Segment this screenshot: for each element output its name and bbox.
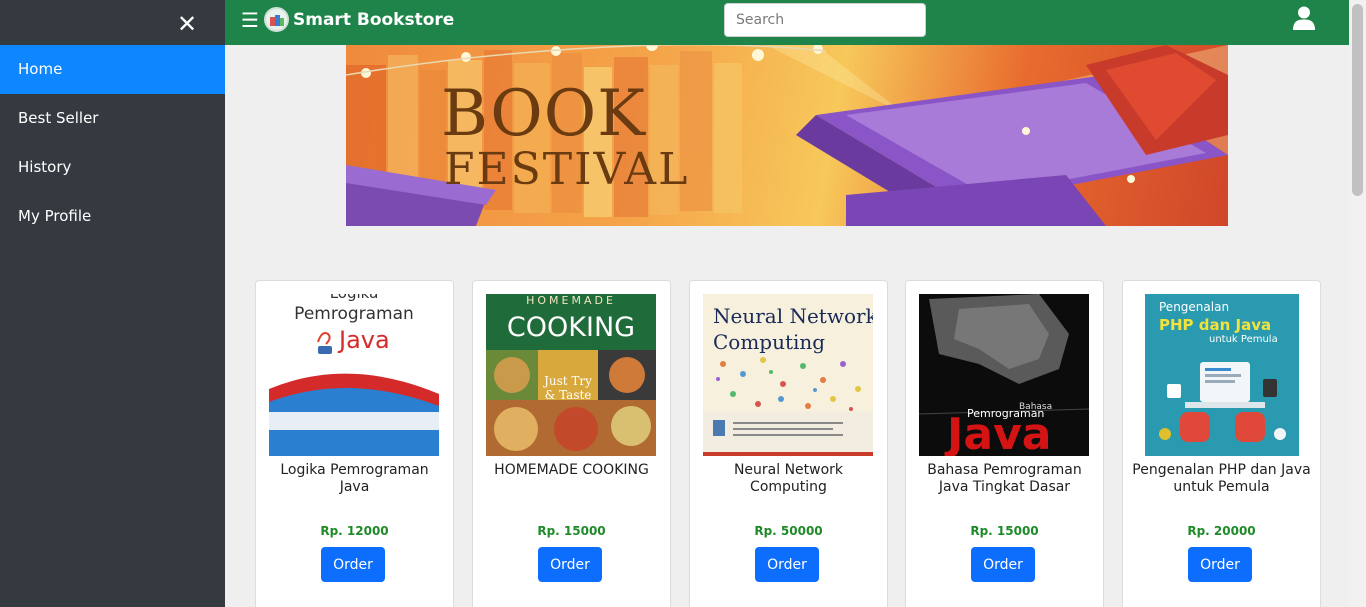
book-cover-image[interactable]: Neural Network Computing <box>703 294 873 456</box>
product-price: Rp. 15000 <box>970 524 1039 538</box>
cover-line-3: Java <box>947 409 1052 457</box>
sidebar-item-history[interactable]: History <box>0 143 225 192</box>
book-cover-image[interactable]: HOMEMADE COOKING Just Try & Taste <box>486 294 656 456</box>
product-card: Logika Pemrograman Java Logika Pemrogram… <box>255 280 454 607</box>
product-price: Rp. 15000 <box>537 524 606 538</box>
cover-line-1: Logika <box>269 294 439 302</box>
product-card: Neural Network Computing Neural Network … <box>689 280 888 607</box>
cover-line-2: Pemrograman <box>294 304 414 324</box>
sidebar-menu: Home Best Seller History My Profile <box>0 45 225 241</box>
book-cover-image[interactable]: Logika Pemrograman Java <box>269 294 439 456</box>
book-cover-image[interactable]: Pengenalan PHP dan Java untuk Pemula <box>1145 294 1299 456</box>
hamburger-icon[interactable]: ☰ <box>241 9 259 31</box>
product-price: Rp. 12000 <box>320 524 389 538</box>
sidebar-item-best-seller[interactable]: Best Seller <box>0 94 225 143</box>
order-button[interactable]: Order <box>1188 547 1252 582</box>
top-navbar: ☰ Smart Bookstore <box>225 0 1349 45</box>
cover-line-1: Pengenalan <box>1159 300 1230 314</box>
product-price: Rp. 20000 <box>1187 524 1256 538</box>
sidebar-item-home[interactable]: Home <box>0 45 225 94</box>
product-card: HOMEMADE COOKING Just Try & Taste HOMEMA… <box>472 280 671 607</box>
product-price: Rp. 50000 <box>754 524 823 538</box>
cover-line-3: Java <box>339 326 390 354</box>
sidebar: ✕ Home Best Seller History My Profile <box>0 0 225 607</box>
cover-line-2: Computing <box>713 330 826 354</box>
banner-title-book: BOOK <box>441 77 646 151</box>
scrollbar-thumb[interactable] <box>1352 4 1363 196</box>
book-cover-image[interactable]: Bahasa Pemrograman Java <box>919 294 1089 456</box>
close-icon[interactable]: ✕ <box>176 12 198 36</box>
cover-line-3: Just Try & Taste <box>544 374 592 402</box>
product-title[interactable]: HOMEMADE COOKING <box>481 462 662 479</box>
order-button[interactable]: Order <box>321 547 385 582</box>
cover-line-3: untuk Pemula <box>1209 334 1278 345</box>
order-button[interactable]: Order <box>755 547 819 582</box>
product-title[interactable]: Bahasa Pemrograman Java Tingkat Dasar <box>914 462 1095 496</box>
order-button[interactable]: Order <box>538 547 602 582</box>
product-card: Pengenalan PHP dan Java untuk Pemula Pen… <box>1122 280 1321 607</box>
order-button[interactable]: Order <box>971 547 1035 582</box>
bookstore-logo-icon <box>264 7 289 32</box>
cover-line-2: PHP dan Java <box>1159 316 1272 334</box>
banner-title-festival: FESTIVAL <box>444 144 690 195</box>
search-input[interactable] <box>724 3 926 37</box>
user-icon[interactable] <box>1293 6 1315 30</box>
product-card: Bahasa Pemrograman Java Bahasa Pemrogram… <box>905 280 1104 607</box>
cover-line-1: HOMEMADE <box>526 294 616 307</box>
book-festival-banner: BOOK FESTIVAL <box>346 45 1228 226</box>
cover-line-2: COOKING <box>506 312 636 343</box>
product-title[interactable]: Logika Pemrograman Java <box>264 462 445 496</box>
cover-line-1: Neural Network <box>713 304 873 328</box>
product-title[interactable]: Pengenalan PHP dan Java untuk Pemula <box>1131 462 1312 496</box>
brand-name[interactable]: Smart Bookstore <box>293 9 454 31</box>
product-title[interactable]: Neural Network Computing <box>698 462 879 496</box>
sidebar-item-my-profile[interactable]: My Profile <box>0 192 225 241</box>
page-scrollbar[interactable] <box>1349 0 1366 607</box>
